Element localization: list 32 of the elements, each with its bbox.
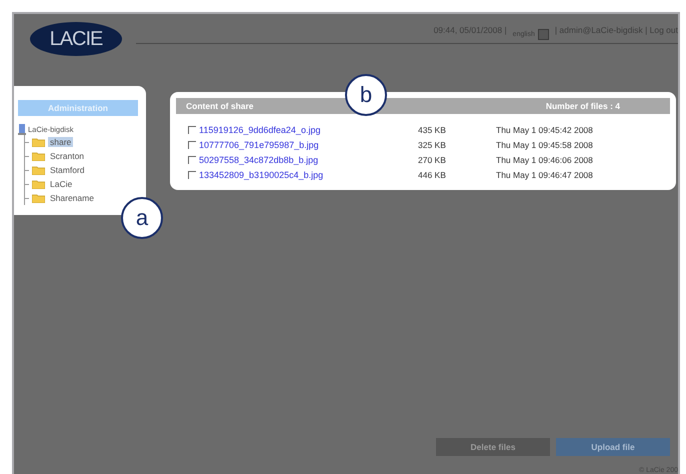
content-title: Content of share — [186, 101, 254, 111]
checkbox[interactable] — [188, 170, 196, 178]
logo: LACIE — [30, 22, 122, 56]
folder-icon — [32, 137, 45, 147]
file-link[interactable]: 133452809_b3190025c4_b.jpg — [199, 170, 324, 180]
file-size: 446 KB — [418, 170, 447, 180]
callout-label: a — [121, 197, 163, 239]
file-date: Thu May 1 09:45:42 2008 — [496, 124, 594, 134]
file-size: 325 KB — [418, 140, 447, 150]
file-count: Number of files : 4 — [546, 101, 620, 111]
checkbox[interactable] — [188, 126, 196, 134]
file-size: 435 KB — [418, 124, 447, 134]
tree-item[interactable]: Stamford — [48, 165, 86, 175]
file-link[interactable]: 50297558_34c872db8b_b.jpg — [199, 154, 318, 164]
tree-item[interactable]: share — [48, 137, 74, 147]
file-date: Thu May 1 09:46:47 2008 — [496, 170, 594, 180]
tree-item[interactable]: Sharename — [48, 193, 96, 203]
tree-item[interactable]: Scranton — [48, 151, 86, 161]
tree-item[interactable]: LaCie — [48, 179, 74, 189]
folder-icon — [32, 179, 45, 189]
folder-icon — [32, 193, 45, 203]
checkbox[interactable] — [188, 140, 196, 148]
file-link[interactable]: 115919126_9dd6dfea24_o.jpg — [199, 124, 320, 134]
file-date: Thu May 1 09:46:06 2008 — [496, 154, 594, 164]
file-date: Thu May 1 09:45:58 2008 — [496, 140, 594, 150]
callout-label: b — [345, 74, 387, 116]
checkbox[interactable] — [188, 156, 196, 164]
folder-icon — [32, 151, 45, 161]
sidebar-title: Administration — [18, 100, 138, 116]
file-size: 270 KB — [418, 154, 447, 164]
file-link[interactable]: 10777706_791e795987_b.jpg — [199, 140, 319, 150]
folder-icon — [32, 165, 45, 175]
